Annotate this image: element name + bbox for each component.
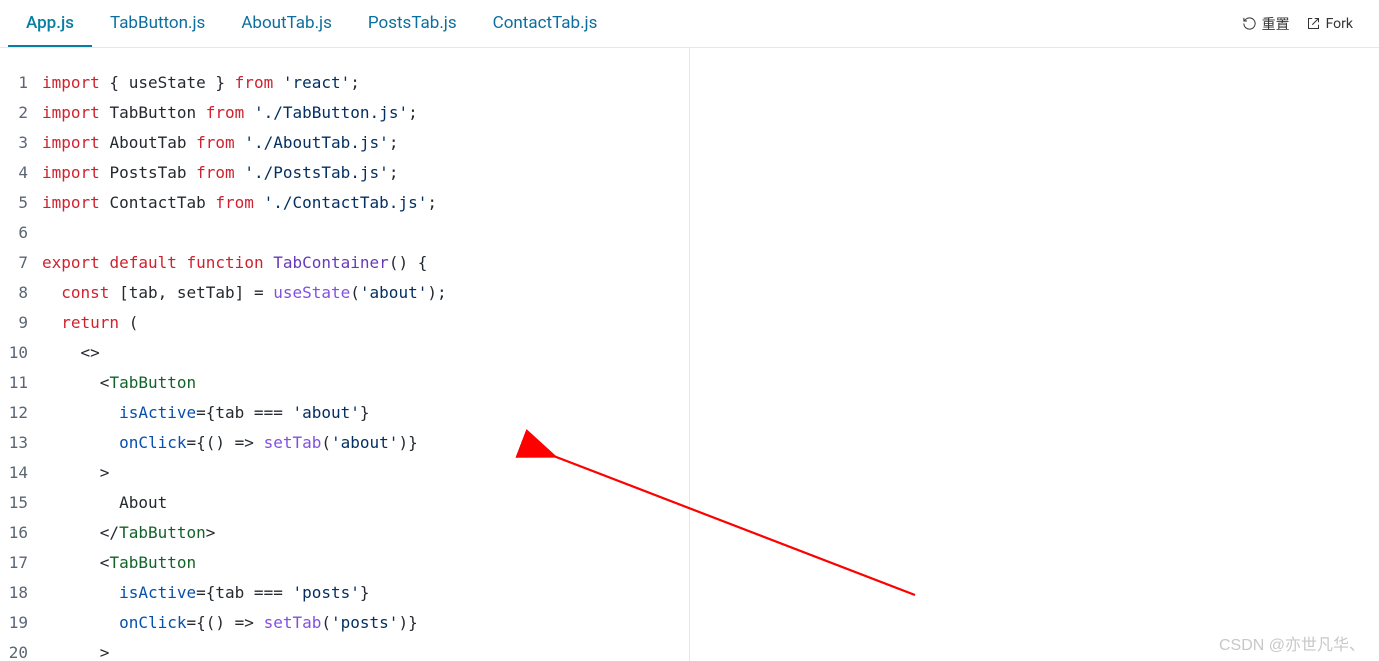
code-content[interactable]: import { useState } from 'react'; (42, 68, 360, 98)
preview-pane (690, 48, 1379, 661)
code-line[interactable]: 20 > (0, 638, 689, 661)
line-number: 5 (0, 188, 42, 218)
code-line[interactable]: 5import ContactTab from './ContactTab.js… (0, 188, 689, 218)
code-editor[interactable]: 1import { useState } from 'react';2impor… (0, 48, 690, 661)
line-number: 3 (0, 128, 42, 158)
reset-label: 重置 (1262, 14, 1290, 34)
code-line[interactable]: 12 isActive={tab === 'about'} (0, 398, 689, 428)
code-line[interactable]: 19 onClick={() => setTab('posts')} (0, 608, 689, 638)
code-content[interactable]: > (42, 458, 109, 488)
code-line[interactable]: 18 isActive={tab === 'posts'} (0, 578, 689, 608)
file-tabs: App.jsTabButton.jsAboutTab.jsPostsTab.js… (8, 1, 1242, 47)
code-line[interactable]: 6 (0, 218, 689, 248)
code-line[interactable]: 8 const [tab, setTab] = useState('about'… (0, 278, 689, 308)
code-content[interactable]: > (42, 638, 109, 661)
code-content[interactable]: isActive={tab === 'about'} (42, 398, 370, 428)
file-tab-tabbutton-js[interactable]: TabButton.js (92, 1, 223, 47)
file-tab-contacttab-js[interactable]: ContactTab.js (475, 1, 616, 47)
line-number: 8 (0, 278, 42, 308)
fork-button[interactable]: Fork (1306, 16, 1353, 32)
code-content[interactable]: export default function TabContainer() { (42, 248, 427, 278)
line-number: 13 (0, 428, 42, 458)
code-line[interactable]: 7export default function TabContainer() … (0, 248, 689, 278)
line-number: 12 (0, 398, 42, 428)
line-number: 7 (0, 248, 42, 278)
line-number: 16 (0, 518, 42, 548)
line-number: 17 (0, 548, 42, 578)
line-number: 2 (0, 98, 42, 128)
code-content[interactable]: <TabButton (42, 368, 196, 398)
file-tab-abouttab-js[interactable]: AboutTab.js (223, 1, 350, 47)
code-line[interactable]: 9 return ( (0, 308, 689, 338)
file-tabbar: App.jsTabButton.jsAboutTab.jsPostsTab.js… (0, 0, 1379, 48)
line-number: 20 (0, 638, 42, 661)
panes: 1import { useState } from 'react';2impor… (0, 48, 1379, 661)
reset-icon (1242, 16, 1257, 31)
code-content[interactable]: import PostsTab from './PostsTab.js'; (42, 158, 398, 188)
code-line[interactable]: 17 <TabButton (0, 548, 689, 578)
code-content[interactable]: const [tab, setTab] = useState('about'); (42, 278, 447, 308)
fork-label: Fork (1326, 16, 1353, 32)
code-content[interactable]: </TabButton> (42, 518, 215, 548)
file-tab-poststab-js[interactable]: PostsTab.js (350, 1, 475, 47)
code-line[interactable]: 11 <TabButton (0, 368, 689, 398)
line-number: 14 (0, 458, 42, 488)
line-number: 11 (0, 368, 42, 398)
code-line[interactable]: 1import { useState } from 'react'; (0, 68, 689, 98)
code-content[interactable]: onClick={() => setTab('about')} (42, 428, 418, 458)
file-tab-app-js[interactable]: App.js (8, 1, 92, 47)
line-number: 6 (0, 218, 42, 248)
code-line[interactable]: 16 </TabButton> (0, 518, 689, 548)
code-content[interactable]: import TabButton from './TabButton.js'; (42, 98, 418, 128)
line-number: 18 (0, 578, 42, 608)
code-line[interactable]: 2import TabButton from './TabButton.js'; (0, 98, 689, 128)
code-content[interactable]: onClick={() => setTab('posts')} (42, 608, 418, 638)
line-number: 15 (0, 488, 42, 518)
sandbox-root: App.jsTabButton.jsAboutTab.jsPostsTab.js… (0, 0, 1379, 661)
code-line[interactable]: 3import AboutTab from './AboutTab.js'; (0, 128, 689, 158)
code-content[interactable]: return ( (42, 308, 138, 338)
line-number: 4 (0, 158, 42, 188)
code-line[interactable]: 4import PostsTab from './PostsTab.js'; (0, 158, 689, 188)
code-content[interactable]: import AboutTab from './AboutTab.js'; (42, 128, 398, 158)
code-content[interactable]: About (42, 488, 167, 518)
code-content[interactable]: import ContactTab from './ContactTab.js'… (42, 188, 437, 218)
code-content[interactable]: <TabButton (42, 548, 196, 578)
sandbox-actions: 重置 Fork (1242, 14, 1371, 34)
fork-icon (1306, 16, 1321, 31)
code-line[interactable]: 13 onClick={() => setTab('about')} (0, 428, 689, 458)
code-content[interactable]: <> (42, 338, 100, 368)
reset-button[interactable]: 重置 (1242, 14, 1290, 34)
line-number: 19 (0, 608, 42, 638)
code-line[interactable]: 15 About (0, 488, 689, 518)
line-number: 1 (0, 68, 42, 98)
code-line[interactable]: 14 > (0, 458, 689, 488)
line-number: 9 (0, 308, 42, 338)
line-number: 10 (0, 338, 42, 368)
code-line[interactable]: 10 <> (0, 338, 689, 368)
code-content[interactable]: isActive={tab === 'posts'} (42, 578, 370, 608)
